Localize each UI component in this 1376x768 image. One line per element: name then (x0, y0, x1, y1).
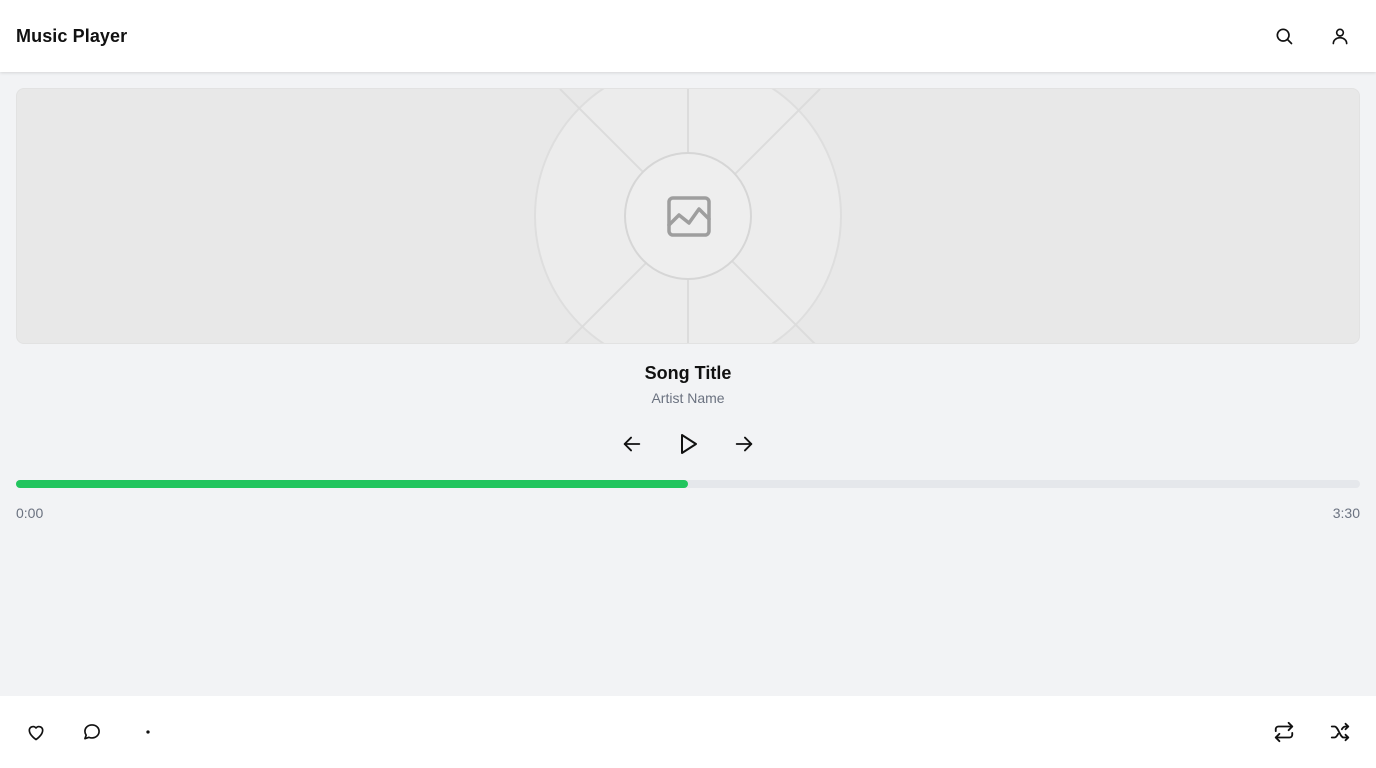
header-actions (1264, 16, 1360, 56)
arrow-right-icon (735, 436, 753, 452)
progress-bar[interactable] (16, 480, 1360, 488)
play-button[interactable] (668, 424, 708, 464)
image-placeholder-icon (667, 196, 711, 237)
album-artwork (16, 88, 1360, 344)
playback-controls (0, 424, 1376, 464)
shuffle-button[interactable] (1320, 712, 1360, 752)
repeat-icon (1274, 721, 1294, 743)
artist-name: Artist Name (651, 390, 725, 406)
total-time: 3:30 (1332, 505, 1360, 521)
song-title: Song Title (644, 363, 732, 383)
arrow-left-icon (623, 436, 641, 452)
search-button[interactable] (1264, 16, 1304, 56)
previous-button[interactable] (612, 424, 652, 464)
dot-icon (146, 730, 150, 734)
search-icon (1276, 28, 1293, 45)
comment-icon (84, 724, 100, 740)
next-button[interactable] (724, 424, 764, 464)
bottom-bar (0, 696, 1376, 768)
current-time: 0:00 (16, 505, 44, 521)
repeat-button[interactable] (1264, 712, 1304, 752)
profile-button[interactable] (1320, 16, 1360, 56)
footer-right-actions (1264, 712, 1360, 752)
app-header: Music Player (0, 0, 1376, 72)
comment-button[interactable] (72, 712, 112, 752)
play-icon (681, 434, 697, 454)
more-button[interactable] (128, 712, 168, 752)
track-info: Song Title Artist Name (0, 360, 1376, 408)
footer-left-actions (16, 712, 168, 752)
app-title: Music Player (16, 25, 128, 46)
progress-fill (16, 480, 688, 488)
like-button[interactable] (16, 712, 56, 752)
user-icon (1332, 28, 1348, 45)
shuffle-icon (1330, 722, 1350, 742)
heart-icon (28, 725, 44, 741)
